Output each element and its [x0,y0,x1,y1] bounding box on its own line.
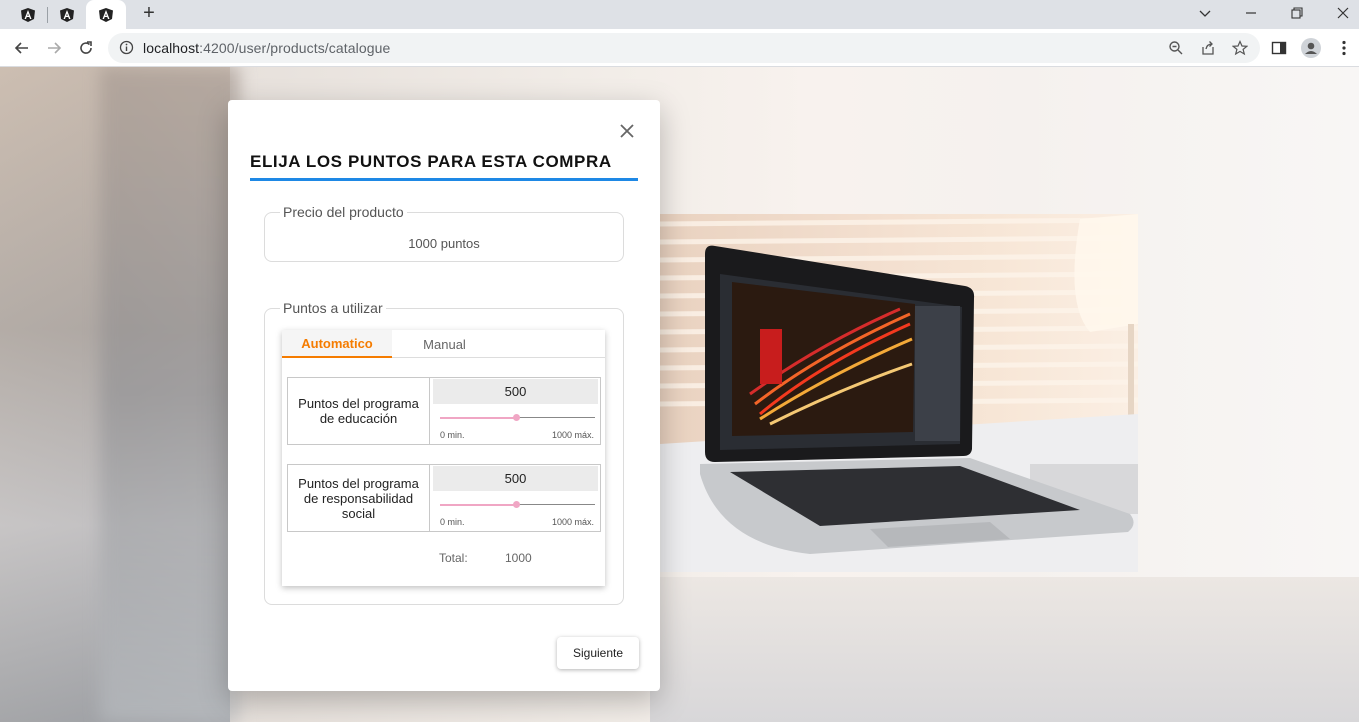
profile-button[interactable] [1301,38,1321,58]
side-panel-button[interactable] [1269,38,1289,58]
slider-min-label: 0 min. [440,517,465,527]
share-icon[interactable] [1200,40,1216,56]
title-underline [250,178,638,181]
program-label: Puntos del programa de responsabilidad s… [288,465,430,531]
browser-tab-3[interactable] [86,0,126,29]
angular-icon [60,7,74,22]
menu-button[interactable] [1334,38,1354,58]
points-legend: Puntos a utilizar [283,300,383,316]
browser-tab-2[interactable] [53,0,81,29]
price-fieldset: Precio del producto 1000 puntos [264,204,624,262]
background-blur [100,67,240,722]
tab-search-button[interactable] [1187,0,1223,26]
tab-manual[interactable]: Manual [392,330,497,358]
next-button[interactable]: Siguiente [557,637,639,669]
avatar-icon [1301,38,1321,58]
slider-thumb[interactable] [513,414,520,421]
close-icon [1337,7,1349,19]
points-tabs: Automatico Manual [282,330,605,358]
address-bar[interactable]: localhost:4200/user/products/catalogue [108,33,1260,63]
restore-icon [1291,7,1303,19]
price-value: 1000 puntos [408,236,480,251]
close-window-button[interactable] [1325,0,1359,26]
program-row-educacion: Puntos del programa de educación 500 0 m… [287,377,601,445]
minimize-button[interactable] [1233,0,1269,26]
points-dialog: ELIJA LOS PUNTOS PARA ESTA COMPRA Precio… [228,100,660,691]
info-icon[interactable] [119,40,134,55]
laptop-illustration [660,214,1138,572]
slider-track[interactable] [518,417,595,418]
star-icon[interactable] [1232,40,1248,56]
total-value: 1000 [505,551,532,565]
kebab-menu-icon [1342,40,1346,56]
slider-track[interactable] [518,504,595,505]
slider-track-filled[interactable] [440,417,518,419]
angular-icon [99,7,113,22]
url-host: localhost [143,40,200,56]
new-tab-button[interactable]: + [138,2,160,24]
browser-toolbar: localhost:4200/user/products/catalogue [0,29,1359,67]
arrow-left-icon [14,42,28,54]
zoom-icon[interactable] [1168,40,1184,56]
close-icon[interactable] [618,122,636,140]
side-panel-icon [1271,41,1287,55]
angular-icon [21,7,35,22]
minimize-icon [1246,12,1256,14]
program-points-value: 500 [433,379,598,404]
points-card: Automatico Manual Puntos del programa de… [282,330,605,586]
program-row-responsabilidad-social: Puntos del programa de responsabilidad s… [287,464,601,532]
slider-thumb[interactable] [513,501,520,508]
chevron-down-icon [1199,10,1211,17]
forward-button[interactable] [42,36,66,60]
browser-tabstrip: + [0,0,1359,29]
reload-button[interactable] [74,36,98,60]
slider-min-label: 0 min. [440,430,465,440]
background-blur [650,577,1359,722]
slider-max-label: 1000 máx. [552,517,595,527]
tab-automatico[interactable]: Automatico [282,330,392,358]
url-path: :4200/user/products/catalogue [199,40,391,56]
tab-separator [47,7,48,23]
program-label: Puntos del programa de educación [288,378,430,444]
slider-track-filled[interactable] [440,504,518,506]
restore-button[interactable] [1279,0,1315,26]
reload-icon [80,41,92,54]
total-label: Total: [439,551,468,565]
arrow-right-icon [48,42,62,54]
slider-max-label: 1000 máx. [552,430,595,440]
product-image [660,214,1138,572]
url-text[interactable]: localhost:4200/user/products/catalogue [143,40,390,56]
browser-tab-1[interactable] [14,0,42,29]
back-button[interactable] [10,36,34,60]
dialog-title: ELIJA LOS PUNTOS PARA ESTA COMPRA [250,152,612,171]
price-legend: Precio del producto [283,204,404,220]
program-points-value: 500 [433,466,598,491]
page-background [0,67,1359,722]
